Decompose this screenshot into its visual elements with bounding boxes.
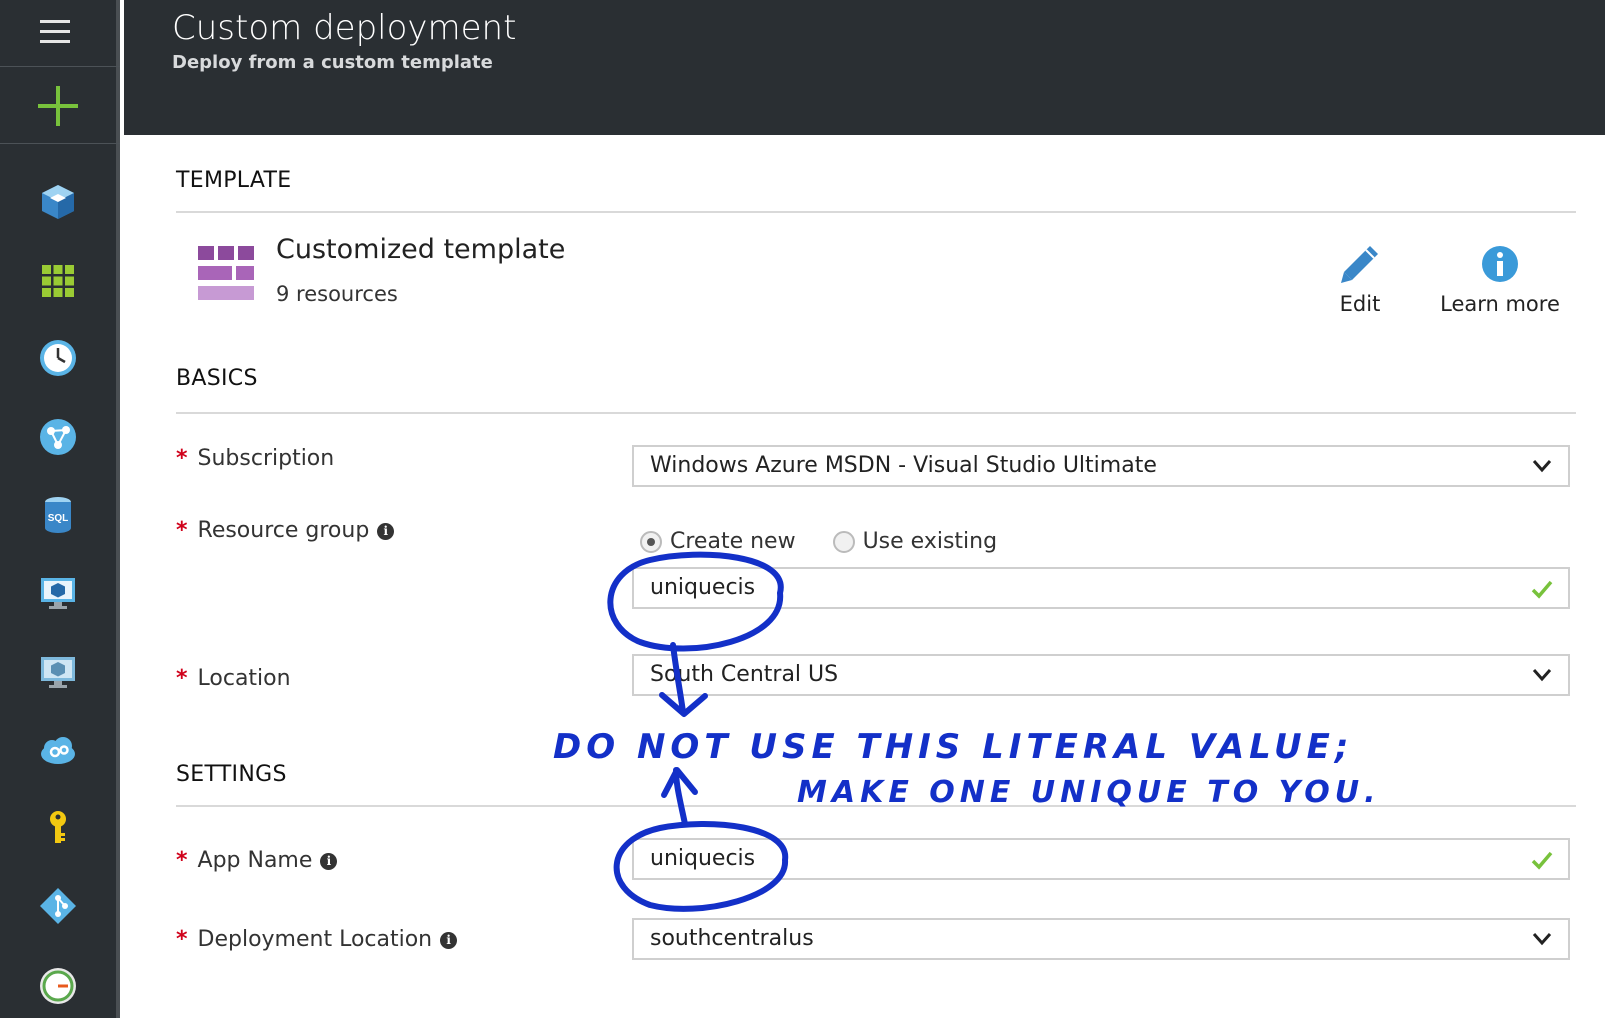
blade-header: Custom deployment Deploy from a custom t… [124, 0, 1605, 135]
required-asterisk: * [176, 848, 188, 873]
checkmark-icon [1531, 580, 1553, 599]
nav-divider [0, 143, 120, 144]
deployment-location-label: * Deployment Location i [176, 927, 458, 952]
use-existing-radio[interactable] [832, 530, 855, 553]
virtual-machine-icon[interactable] [38, 573, 78, 613]
subscription-dropdown[interactable]: Windows Azure MSDN - Visual Studio Ultim… [632, 445, 1570, 487]
create-new-radio[interactable] [640, 530, 662, 553]
classic-vm-icon[interactable] [38, 652, 78, 692]
required-asterisk: * [176, 518, 188, 543]
deployment-location-value: southcentralus [650, 926, 814, 951]
cloud-services-icon[interactable] [38, 730, 78, 770]
chevron-down-icon [1532, 460, 1552, 473]
section-divider [176, 412, 1576, 414]
annotation-line-1: DO NOT USE THIS LITERAL VALUE; [553, 727, 1353, 767]
section-divider [176, 805, 1576, 807]
nav-divider [0, 66, 120, 67]
basics-section-title: BASICS [176, 366, 258, 391]
git-icon[interactable] [38, 886, 78, 926]
required-asterisk: * [176, 927, 188, 952]
learn-more-button[interactable]: Learn more [1430, 242, 1570, 316]
app-name-input[interactable]: uniquecis [632, 838, 1570, 880]
learn-more-label: Learn more [1440, 292, 1560, 316]
arrow-up [661, 767, 698, 827]
globe-network-icon[interactable] [38, 417, 78, 457]
subscription-label: * Subscription [176, 446, 335, 471]
template-name: Customized template [276, 234, 566, 265]
left-nav: SQL [0, 0, 120, 1018]
checkmark-icon [1531, 851, 1553, 870]
info-icon[interactable]: i [320, 853, 338, 870]
required-asterisk: * [176, 446, 188, 471]
location-dropdown[interactable]: South Central US [632, 654, 1570, 696]
location-label: * Location [176, 666, 291, 691]
cube-icon[interactable] [38, 182, 78, 222]
app-name-label: * App Name i [176, 848, 338, 873]
resource-group-input[interactable]: uniquecis [632, 567, 1570, 609]
page-subtitle: Deploy from a custom template [172, 52, 493, 73]
create-new-option[interactable]: Create new [640, 529, 796, 554]
subscription-value: Windows Azure MSDN - Visual Studio Ultim… [650, 453, 1157, 478]
pencil-icon [1341, 246, 1378, 283]
required-asterisk: * [176, 666, 188, 691]
settings-section-title: SETTINGS [176, 762, 287, 787]
page-title: Custom deployment [172, 8, 517, 48]
location-value: South Central US [650, 662, 839, 687]
chevron-down-icon [1532, 933, 1552, 946]
resource-group-label: * Resource group i [176, 518, 395, 543]
app-name-value: uniquecis [650, 846, 756, 871]
menu-icon[interactable] [40, 20, 70, 50]
deployment-location-dropdown[interactable]: southcentralus [632, 918, 1570, 960]
grid-icon[interactable] [38, 261, 78, 301]
resource-group-mode: Create new Use existing [640, 528, 1027, 554]
template-resource-count: 9 resources [276, 282, 398, 306]
use-existing-option[interactable]: Use existing [832, 529, 997, 554]
template-section-title: TEMPLATE [176, 168, 292, 193]
clock-icon[interactable] [38, 338, 78, 378]
gauge-icon[interactable] [38, 966, 78, 1006]
info-icon[interactable]: i [377, 523, 395, 540]
section-divider [176, 211, 1576, 213]
info-icon[interactable]: i [440, 932, 458, 949]
edit-label: Edit [1339, 292, 1381, 316]
resource-group-value: uniquecis [650, 575, 756, 600]
key-icon[interactable] [38, 808, 78, 848]
template-icon [198, 246, 254, 300]
new-resource-icon[interactable] [38, 86, 78, 126]
sql-database-icon[interactable]: SQL [38, 494, 78, 534]
chevron-down-icon [1532, 669, 1552, 682]
info-icon [1482, 246, 1518, 282]
svg-text:SQL: SQL [48, 513, 69, 524]
edit-template-button[interactable]: Edit [1320, 242, 1400, 316]
